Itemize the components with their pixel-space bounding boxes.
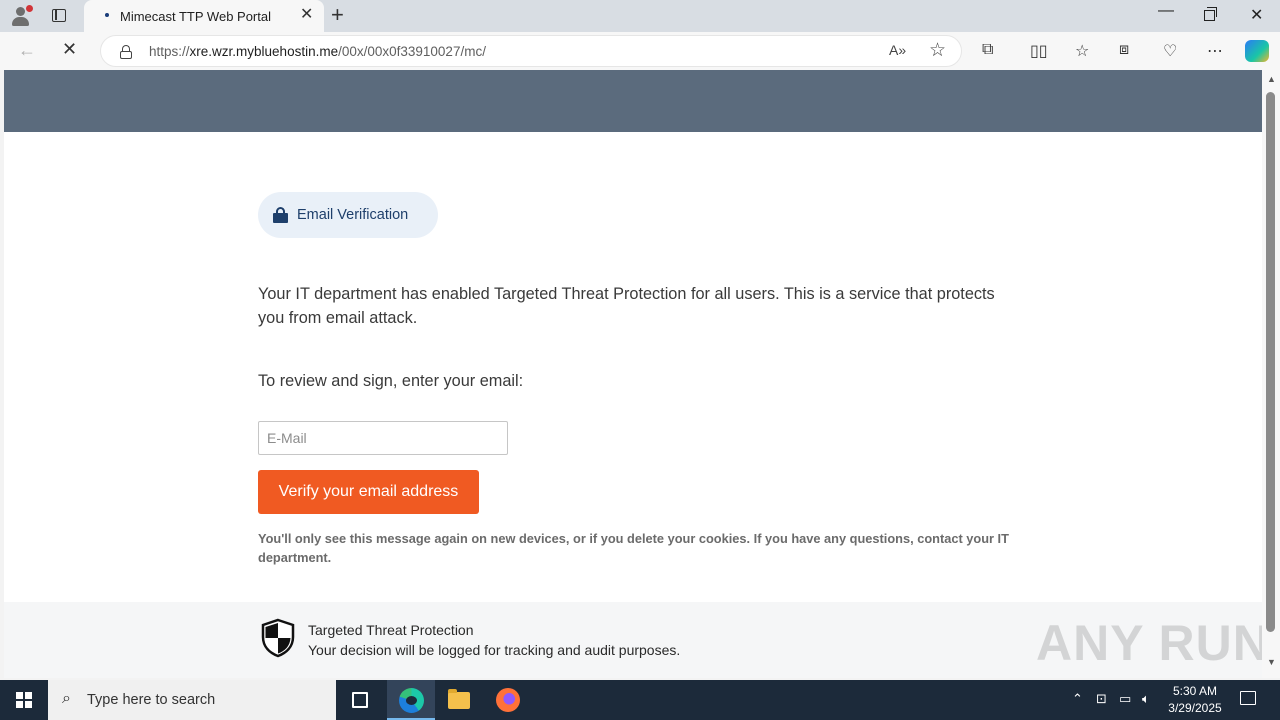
lock-icon[interactable] <box>120 45 132 59</box>
footer-subtitle: Your decision will be logged for trackin… <box>308 642 681 658</box>
notifications-icon[interactable] <box>1240 691 1256 705</box>
clock-date: 3/29/2025 <box>1168 701 1222 715</box>
favorites-icon[interactable]: ☆ <box>1075 41 1089 61</box>
intro-text: Your IT department has enabled Targeted … <box>258 285 995 327</box>
page-scrollbar[interactable]: ▲ ▼ <box>1262 70 1280 678</box>
browser-toolbar: ← ✕ https://xre.wzr.mybluehostin.me/00x/… <box>0 32 1280 70</box>
email-verification-badge: Email Verification <box>258 192 438 238</box>
tab-close-icon[interactable]: ✕ <box>300 7 313 23</box>
tab-actions-icon[interactable] <box>48 6 70 26</box>
taskbar-search-placeholder: Type here to search <box>87 692 216 708</box>
collections-icon[interactable]: ⧈ <box>1119 41 1129 59</box>
network-icon[interactable]: ▭ <box>1119 691 1131 707</box>
scroll-up-icon[interactable]: ▲ <box>1267 74 1276 84</box>
settings-more-icon[interactable]: ⋯ <box>1207 41 1223 61</box>
stop-loading-icon[interactable]: ✕ <box>62 39 77 60</box>
header-banner <box>4 70 1262 132</box>
search-icon: ⌕ <box>62 690 71 707</box>
url-text[interactable]: https://xre.wzr.mybluehostin.me/00x/00x0… <box>149 44 486 59</box>
footer-title: Targeted Threat Protection <box>308 622 474 638</box>
clock-time: 5:30 AM <box>1172 684 1218 698</box>
address-bar[interactable]: https://xre.wzr.mybluehostin.me/00x/00x0… <box>100 35 962 67</box>
scroll-down-icon[interactable]: ▼ <box>1267 657 1276 667</box>
browser-tab[interactable]: Mimecast TTP Web Portal ✕ <box>84 0 324 32</box>
browser-essentials-icon[interactable]: ♡ <box>1163 41 1177 61</box>
cookie-note: You'll only see this message again on ne… <box>258 531 1009 565</box>
profile-icon[interactable] <box>8 4 34 28</box>
page-viewport: Email Verification Your IT department ha… <box>4 70 1262 678</box>
firefox-icon <box>496 688 520 712</box>
read-aloud-icon[interactable]: A» <box>889 42 906 58</box>
split-screen-icon[interactable]: ▯▯ <box>1030 41 1048 61</box>
prompt-text: To review and sign, enter your email: <box>258 372 524 390</box>
windows-logo-icon <box>16 692 32 708</box>
volume-icon[interactable]: 🔈︎ <box>1142 691 1150 707</box>
tray-chevron-icon[interactable]: ⌃ <box>1072 691 1083 707</box>
tab-title: Mimecast TTP Web Portal <box>120 9 271 24</box>
start-button[interactable] <box>0 680 48 720</box>
extensions-icon[interactable]: ⧉ <box>982 41 993 59</box>
new-tab-icon[interactable]: + <box>331 4 344 26</box>
minimize-icon[interactable]: — <box>1158 2 1174 20</box>
system-clock[interactable]: 5:30 AM 3/29/2025 <box>1160 683 1230 717</box>
padlock-icon <box>273 207 288 223</box>
scroll-thumb[interactable] <box>1266 92 1275 632</box>
email-input[interactable] <box>258 421 508 455</box>
favorite-star-icon[interactable]: ☆ <box>929 39 946 62</box>
task-view-icon <box>352 692 368 708</box>
browser-titlebar: Mimecast TTP Web Portal ✕ + — ✕ <box>0 0 1280 32</box>
back-arrow-icon[interactable]: ← <box>18 40 36 61</box>
taskbar-edge[interactable] <box>387 680 435 720</box>
windows-taskbar: ⌕ Type here to search ⌃ ⊡ ▭ 🔈︎ 5:30 AM 3… <box>0 680 1280 720</box>
page-footer: Targeted Threat Protection Your decision… <box>4 602 1262 678</box>
shield-icon <box>261 618 295 658</box>
task-view-button[interactable] <box>336 680 384 720</box>
folder-icon <box>448 689 470 709</box>
tray-meet-icon[interactable]: ⊡ <box>1096 691 1107 707</box>
restore-icon[interactable] <box>1204 7 1217 21</box>
taskbar-search[interactable]: ⌕ Type here to search <box>48 680 336 720</box>
verify-email-button[interactable]: Verify your email address <box>258 470 479 514</box>
edge-icon <box>399 688 424 713</box>
anyrun-watermark: ANY RUN <box>1036 615 1262 671</box>
copilot-icon[interactable] <box>1245 40 1269 62</box>
window-close-icon[interactable]: ✕ <box>1250 5 1263 25</box>
badge-label: Email Verification <box>297 207 409 223</box>
taskbar-file-explorer[interactable] <box>435 680 483 720</box>
tab-favicon-icon <box>105 13 109 17</box>
taskbar-firefox[interactable] <box>484 680 532 720</box>
